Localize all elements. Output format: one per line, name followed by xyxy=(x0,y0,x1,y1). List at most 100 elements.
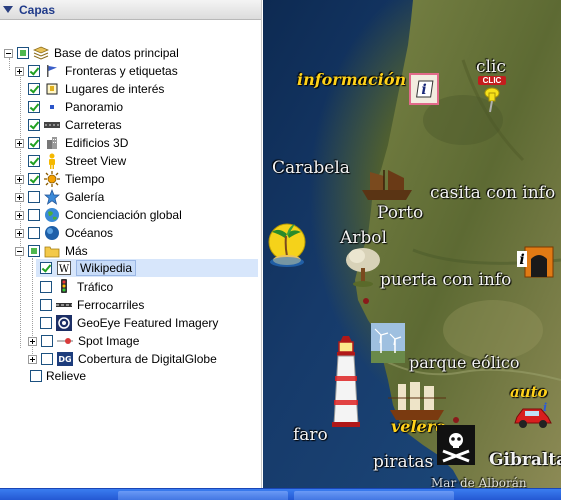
tree-label: GeoEye Featured Imagery xyxy=(77,316,219,330)
expand-toggle-icon[interactable] xyxy=(15,174,24,184)
map-label-auto[interactable]: auto xyxy=(510,383,548,401)
svg-text:i: i xyxy=(519,252,524,268)
pushpin-icon[interactable]: CLIC xyxy=(478,76,506,116)
layer-item-edificios[interactable]: Edificios 3D xyxy=(15,134,128,152)
layer-item-concienciacion[interactable]: Concienciación global xyxy=(15,206,182,224)
ocean-icon xyxy=(44,225,60,241)
checkbox[interactable] xyxy=(40,299,52,311)
geoeye-icon xyxy=(56,315,72,331)
layer-item-relieve[interactable]: Relieve xyxy=(30,367,86,385)
checkbox[interactable] xyxy=(28,137,40,149)
door-info-icon[interactable]: i xyxy=(515,241,555,282)
map-label-parque[interactable]: parque eólico xyxy=(409,353,519,372)
checkbox[interactable] xyxy=(28,209,40,221)
pirate-flag-icon[interactable] xyxy=(437,425,475,468)
layer-item-mas[interactable]: Más xyxy=(15,242,88,260)
location-marker[interactable] xyxy=(363,298,369,304)
expand-toggle-icon[interactable] xyxy=(15,192,24,202)
layer-item-spot[interactable]: Spot Image xyxy=(28,332,139,350)
checkbox[interactable] xyxy=(28,227,40,239)
place-icon xyxy=(44,81,60,97)
map-label-arbol[interactable]: Arbol xyxy=(340,228,387,248)
pegman-icon xyxy=(44,153,60,169)
tree-label: Street View xyxy=(65,154,127,168)
checkbox[interactable] xyxy=(28,83,40,95)
checkbox[interactable] xyxy=(40,317,52,329)
taskbar-button[interactable] xyxy=(118,491,288,500)
tree-row-root[interactable]: Base de datos principal xyxy=(4,44,179,62)
checkbox[interactable] xyxy=(28,155,40,167)
map-label-faro[interactable]: faro xyxy=(293,425,328,445)
checkbox[interactable] xyxy=(40,262,52,274)
checkbox[interactable] xyxy=(28,101,40,113)
layer-item-streetview[interactable]: Street View xyxy=(15,152,126,170)
svg-text:DG: DG xyxy=(58,355,71,364)
layer-item-carreteras[interactable]: Carreteras xyxy=(15,116,122,134)
layer-item-tiempo[interactable]: Tiempo xyxy=(15,170,105,188)
tree-label: Océanos xyxy=(65,226,114,240)
layer-item-galeria[interactable]: Galería xyxy=(15,188,104,206)
railway-icon xyxy=(56,297,72,313)
tree-label: Spot Image xyxy=(78,334,140,348)
collapse-toggle-icon[interactable] xyxy=(4,48,13,58)
map-label-gibraltar[interactable]: Gibralta xyxy=(489,450,561,470)
map-label-puerta[interactable]: puerta con info xyxy=(380,270,511,290)
tree-icon[interactable] xyxy=(343,246,383,291)
tree-label: Más xyxy=(65,244,88,258)
layer-item-geoeye[interactable]: GeoEye Featured Imagery xyxy=(40,314,218,332)
checkbox[interactable] xyxy=(17,47,29,59)
map-label-mar: Mar de Alborán xyxy=(431,476,527,488)
flag-icon xyxy=(44,63,60,79)
checkbox[interactable] xyxy=(41,353,53,365)
sun-icon xyxy=(44,171,60,187)
expand-toggle-icon[interactable] xyxy=(15,228,24,238)
map-label-clic[interactable]: clic xyxy=(476,57,506,77)
checkbox[interactable] xyxy=(41,335,53,347)
svg-text:i: i xyxy=(543,401,547,414)
tree-label: Base de datos principal xyxy=(54,46,179,60)
lighthouse-icon[interactable] xyxy=(329,336,363,431)
wind-farm-photo[interactable] xyxy=(371,323,405,366)
checkbox[interactable] xyxy=(28,173,40,185)
star-icon xyxy=(44,189,60,205)
layer-item-trafico[interactable]: Tráfico xyxy=(40,278,113,296)
sailboat-icon[interactable] xyxy=(386,380,448,425)
checkbox[interactable] xyxy=(28,191,40,203)
checkbox[interactable] xyxy=(28,119,40,131)
layer-item-digitalglobe[interactable]: DG Cobertura de DigitalGlobe xyxy=(28,350,217,368)
car-icon[interactable]: i xyxy=(513,401,553,434)
map-label-casita[interactable]: casita con info xyxy=(430,183,555,203)
checkbox[interactable] xyxy=(40,281,52,293)
map-label-piratas[interactable]: piratas xyxy=(373,452,433,472)
collapse-triangle-icon[interactable] xyxy=(3,6,13,13)
expand-toggle-icon[interactable] xyxy=(15,138,24,148)
checkbox[interactable] xyxy=(30,370,42,382)
tree-label: Lugares de interés xyxy=(65,82,165,96)
info-placemark-icon[interactable]: i xyxy=(409,73,439,108)
expand-toggle-icon[interactable] xyxy=(15,210,24,220)
tree-label: Concienciación global xyxy=(65,208,182,222)
expand-toggle-icon[interactable] xyxy=(28,354,37,364)
taskbar-button[interactable] xyxy=(294,491,454,500)
layers-stack-icon xyxy=(33,45,49,61)
checkbox[interactable] xyxy=(28,65,40,77)
palm-island-icon[interactable] xyxy=(267,222,307,281)
expand-toggle-icon[interactable] xyxy=(28,336,37,346)
layer-item-ferrocarriles[interactable]: Ferrocarriles xyxy=(40,296,144,314)
collapse-toggle-icon[interactable] xyxy=(15,246,24,256)
map-label-carabela[interactable]: Carabela xyxy=(272,158,350,178)
layers-panel-header[interactable]: Capas xyxy=(0,0,261,20)
expand-toggle-icon[interactable] xyxy=(15,66,24,76)
svg-text:i: i xyxy=(421,82,426,98)
layer-item-fronteras[interactable]: Fronteras y etiquetas xyxy=(15,62,178,80)
map-label-porto[interactable]: Porto xyxy=(377,203,423,223)
caravel-ship-icon[interactable] xyxy=(358,168,416,205)
layer-item-panoramio[interactable]: Panoramio xyxy=(15,98,123,116)
clic-badge: CLIC xyxy=(478,76,506,85)
layer-item-lugares[interactable]: Lugares de interés xyxy=(15,80,164,98)
map-label-informacion[interactable]: información xyxy=(297,70,406,89)
checkbox[interactable] xyxy=(28,245,40,257)
layer-item-wikipedia[interactable]: W Wikipedia xyxy=(40,259,137,277)
earth-map-view[interactable]: información clic Carabela casita con inf… xyxy=(263,0,561,488)
layer-item-oceanos[interactable]: Océanos xyxy=(15,224,113,242)
